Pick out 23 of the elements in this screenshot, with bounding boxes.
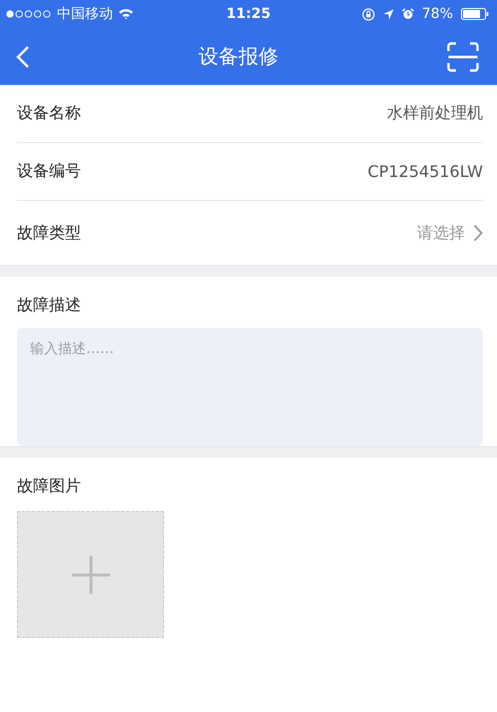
section-title: 故障描述	[17, 295, 81, 316]
section-title: 故障图片	[17, 476, 81, 497]
description-field[interactable]: 输入描述……	[17, 328, 483, 446]
battery-percentage: 78%	[422, 6, 453, 22]
field-value: CP1254516LW	[368, 162, 483, 181]
plus-icon	[70, 554, 110, 594]
clock-time: 11:25	[226, 6, 271, 22]
battery-icon	[461, 8, 489, 20]
select-picker[interactable]: 请选择	[417, 222, 483, 244]
field-label: 故障类型	[17, 222, 81, 244]
field-label: 设备编号	[17, 161, 81, 182]
scan-icon	[447, 42, 479, 72]
field-value: 水样前处理机	[387, 103, 483, 124]
location-arrow-icon	[382, 8, 394, 20]
field-label: 设备名称	[17, 103, 81, 124]
wifi-icon	[118, 8, 134, 20]
chevron-right-icon	[473, 224, 483, 242]
page-title: 设备报修	[198, 43, 278, 70]
alarm-clock-icon	[402, 8, 414, 20]
rotation-lock-icon	[362, 8, 375, 20]
back-chevron-icon	[16, 44, 30, 68]
carrier-name: 中国移动	[57, 5, 113, 23]
signal-icon	[6, 10, 52, 18]
